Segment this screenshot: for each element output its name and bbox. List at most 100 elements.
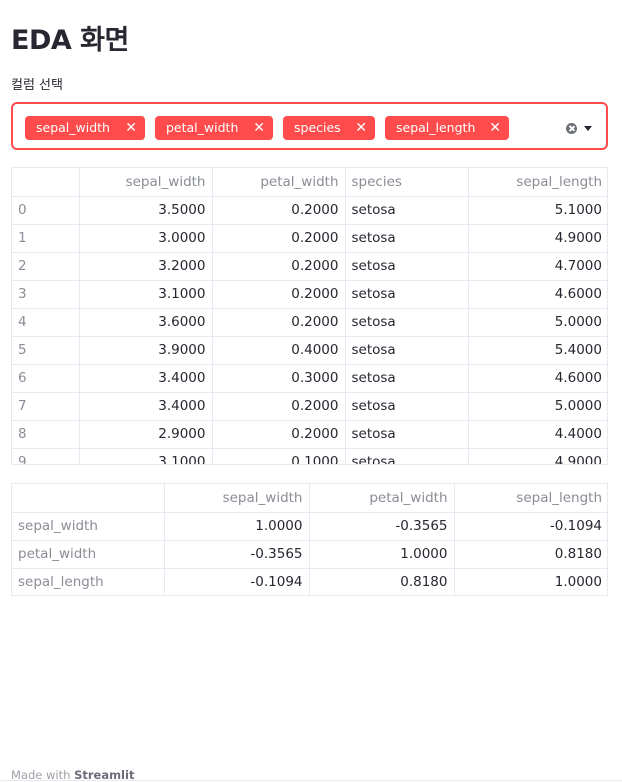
table-cell[interactable]: -0.1094	[454, 512, 607, 541]
remove-tag-icon[interactable]: ✕	[355, 116, 367, 140]
table-row: 2 3.2000 0.2000 setosa 4.7000	[12, 252, 607, 281]
column-header[interactable]: sepal_width	[79, 168, 213, 197]
row-index[interactable]: 2	[12, 252, 80, 281]
table-cell[interactable]: setosa	[345, 364, 469, 393]
table-header-row: sepal_width petal_width sepal_length	[12, 484, 607, 513]
table-cell[interactable]: 0.2000	[212, 280, 346, 309]
row-index[interactable]: 4	[12, 308, 80, 337]
chevron-down-icon[interactable]	[584, 126, 592, 131]
data-table[interactable]: sepal_width petal_width species sepal_le…	[11, 167, 608, 465]
index-header	[12, 168, 80, 197]
table-cell[interactable]: 5.0000	[468, 392, 607, 421]
table-row: 1 3.0000 0.2000 setosa 4.9000	[12, 224, 607, 253]
table-header-row: sepal_width petal_width species sepal_le…	[12, 168, 607, 197]
table-row: 7 3.4000 0.2000 setosa 5.0000	[12, 392, 607, 421]
row-index[interactable]: 8	[12, 420, 80, 449]
row-index[interactable]: 5	[12, 336, 80, 365]
table-cell[interactable]: -0.1094	[164, 568, 310, 595]
column-header[interactable]: species	[345, 168, 469, 197]
tag-label: sepal_length	[396, 120, 476, 135]
table-cell[interactable]: 5.4000	[468, 336, 607, 365]
table-cell[interactable]: 0.4000	[212, 336, 346, 365]
table-row: 0 3.5000 0.2000 setosa 5.1000	[12, 196, 607, 225]
table-cell[interactable]: setosa	[345, 280, 469, 309]
table-cell[interactable]: 4.9000	[468, 448, 607, 464]
correlation-table-grid: sepal_width petal_width sepal_length sep…	[12, 484, 607, 595]
row-index[interactable]: petal_width	[12, 540, 165, 569]
table-cell[interactable]: 0.8180	[454, 540, 607, 569]
table-cell[interactable]: -0.3565	[309, 512, 455, 541]
column-header[interactable]: petal_width	[309, 484, 455, 513]
table-cell[interactable]: 3.5000	[79, 196, 213, 225]
table-cell[interactable]: setosa	[345, 308, 469, 337]
table-cell[interactable]: 0.2000	[212, 252, 346, 281]
footer-divider	[0, 780, 622, 781]
column-header[interactable]: petal_width	[212, 168, 346, 197]
row-index[interactable]: 9	[12, 448, 80, 464]
table-cell[interactable]: 5.0000	[468, 308, 607, 337]
table-row: 4 3.6000 0.2000 setosa 5.0000	[12, 308, 607, 337]
table-cell[interactable]: setosa	[345, 252, 469, 281]
tag-petal-width: petal_width ✕	[155, 116, 273, 140]
column-select-label: 컬럼 선택	[11, 78, 63, 93]
table-cell[interactable]: 2.9000	[79, 420, 213, 449]
table-cell[interactable]: 3.1000	[79, 280, 213, 309]
row-index[interactable]: 6	[12, 364, 80, 393]
table-cell[interactable]: 0.1000	[212, 448, 346, 464]
index-header	[12, 484, 165, 513]
table-cell[interactable]: 5.1000	[468, 196, 607, 225]
tag-sepal-width: sepal_width ✕	[25, 116, 145, 140]
column-header[interactable]: sepal_length	[454, 484, 607, 513]
table-cell[interactable]: 3.4000	[79, 392, 213, 421]
table-cell[interactable]: 0.2000	[212, 224, 346, 253]
table-cell[interactable]: setosa	[345, 448, 469, 464]
row-index[interactable]: sepal_width	[12, 512, 165, 541]
table-cell[interactable]: 0.2000	[212, 392, 346, 421]
table-cell[interactable]: 1.0000	[454, 568, 607, 595]
table-cell[interactable]: setosa	[345, 420, 469, 449]
table-cell[interactable]: 3.1000	[79, 448, 213, 464]
table-cell[interactable]: 3.9000	[79, 336, 213, 365]
table-row: 8 2.9000 0.2000 setosa 4.4000	[12, 420, 607, 449]
column-header[interactable]: sepal_length	[468, 168, 607, 197]
row-index[interactable]: 0	[12, 196, 80, 225]
table-row: 9 3.1000 0.1000 setosa 4.9000	[12, 448, 607, 464]
table-cell[interactable]: 0.2000	[212, 308, 346, 337]
remove-tag-icon[interactable]: ✕	[253, 116, 265, 140]
table-cell[interactable]: setosa	[345, 336, 469, 365]
table-cell[interactable]: 0.3000	[212, 364, 346, 393]
table-cell[interactable]: 1.0000	[164, 512, 310, 541]
correlation-table[interactable]: sepal_width petal_width sepal_length sep…	[11, 483, 608, 596]
table-cell[interactable]: 4.9000	[468, 224, 607, 253]
table-cell[interactable]: 4.6000	[468, 364, 607, 393]
table-cell[interactable]: -0.3565	[164, 540, 310, 569]
row-index[interactable]: 1	[12, 224, 80, 253]
clear-all-icon[interactable]	[566, 123, 577, 134]
table-cell[interactable]: 4.4000	[468, 420, 607, 449]
remove-tag-icon[interactable]: ✕	[489, 116, 501, 140]
table-row: 3 3.1000 0.2000 setosa 4.6000	[12, 280, 607, 309]
column-multiselect[interactable]: sepal_width ✕ petal_width ✕ species ✕ se…	[11, 102, 608, 150]
table-cell[interactable]: 4.7000	[468, 252, 607, 281]
table-cell[interactable]: 3.6000	[79, 308, 213, 337]
table-row: 5 3.9000 0.4000 setosa 5.4000	[12, 336, 607, 365]
table-cell[interactable]: setosa	[345, 196, 469, 225]
table-cell[interactable]: 3.0000	[79, 224, 213, 253]
table-cell[interactable]: setosa	[345, 224, 469, 253]
table-cell[interactable]: 3.2000	[79, 252, 213, 281]
table-cell[interactable]: 0.2000	[212, 196, 346, 225]
remove-tag-icon[interactable]: ✕	[125, 116, 137, 140]
table-cell[interactable]: 0.2000	[212, 420, 346, 449]
row-index[interactable]: 7	[12, 392, 80, 421]
tag-label: species	[294, 120, 341, 135]
table-cell[interactable]: 3.4000	[79, 364, 213, 393]
row-index[interactable]: 3	[12, 280, 80, 309]
row-index[interactable]: sepal_length	[12, 568, 165, 595]
column-header[interactable]: sepal_width	[164, 484, 310, 513]
tag-label: petal_width	[166, 120, 239, 135]
table-cell[interactable]: 4.6000	[468, 280, 607, 309]
tag-label: sepal_width	[36, 120, 110, 135]
table-cell[interactable]: setosa	[345, 392, 469, 421]
table-cell[interactable]: 1.0000	[309, 540, 455, 569]
table-cell[interactable]: 0.8180	[309, 568, 455, 595]
